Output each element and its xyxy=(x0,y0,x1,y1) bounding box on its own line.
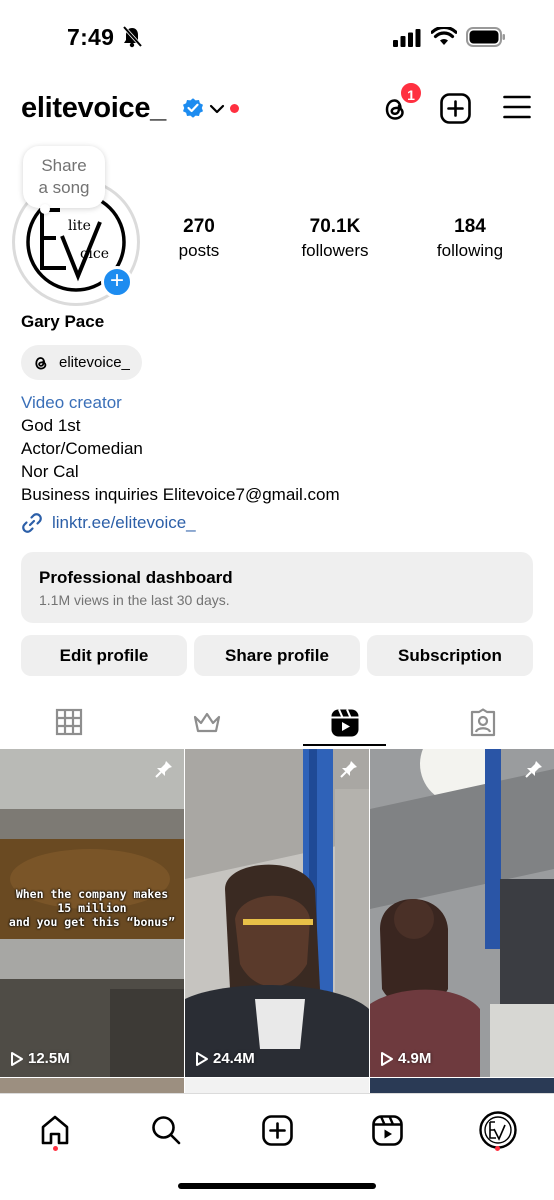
tagged-icon xyxy=(470,708,496,737)
threads-profile-chip[interactable]: elitevoice_ xyxy=(21,345,142,380)
dashboard-subtitle: 1.1M views in the last 30 days. xyxy=(39,592,230,608)
reel-thumbnail[interactable]: When the company makes 15 million and yo… xyxy=(0,749,184,1077)
create-icon xyxy=(261,1114,293,1146)
bio-line: God 1st xyxy=(21,416,81,435)
chevron-down-icon[interactable] xyxy=(209,102,225,120)
reel-image xyxy=(185,749,369,1077)
posts-label: posts xyxy=(178,241,220,260)
professional-dashboard[interactable]: Professional dashboard 1.1M views in the… xyxy=(21,552,533,623)
caption-line: and you get this “bonus” xyxy=(8,915,176,929)
pinned-icon xyxy=(524,759,544,784)
reel-thumbnail[interactable]: 24.4M xyxy=(185,749,369,1077)
silent-mode-icon xyxy=(122,25,143,53)
threads-handle: elitevoice_ xyxy=(59,354,130,371)
play-icon xyxy=(196,1051,208,1066)
reels-nav-icon xyxy=(371,1114,403,1146)
followers-label: followers xyxy=(301,241,369,260)
note-bubble-tail xyxy=(40,204,50,214)
bio-line: Business inquiries Elitevoice7@gmail.com xyxy=(21,485,340,504)
play-icon xyxy=(11,1051,23,1066)
bio-line: Actor/Comedian xyxy=(21,439,143,458)
nav-create[interactable] xyxy=(257,1110,297,1150)
reels-icon xyxy=(331,709,359,737)
full-name: Gary Pace xyxy=(21,312,105,331)
tab-grid[interactable] xyxy=(0,700,138,748)
reel-image xyxy=(370,749,554,1077)
nav-home[interactable] xyxy=(35,1110,75,1150)
svg-text:lite: lite xyxy=(68,218,91,234)
bio: Video creator God 1st Actor/Comedian Nor… xyxy=(21,391,340,506)
reels-grid: When the company makes 15 million and yo… xyxy=(0,749,554,1095)
reel-thumbnail[interactable]: 4.9M xyxy=(370,749,554,1077)
following-count: 184 xyxy=(454,216,486,237)
view-count-text: 12.5M xyxy=(28,1050,70,1067)
profile-notification-dot xyxy=(495,1146,500,1151)
bio-link-text: linktr.ee/elitevoice_ xyxy=(52,513,196,532)
svg-text:oice: oice xyxy=(80,246,109,262)
bio-line: Nor Cal xyxy=(21,462,79,481)
reel-caption: When the company makes 15 million and yo… xyxy=(0,887,184,929)
menu-icon[interactable] xyxy=(503,95,531,124)
note-text-line1: Share xyxy=(41,156,87,175)
category-label[interactable]: Video creator xyxy=(21,391,340,414)
wifi-icon xyxy=(430,25,458,52)
pinned-icon xyxy=(339,759,359,784)
share-profile-button[interactable]: Share profile xyxy=(194,635,360,676)
nav-profile[interactable] xyxy=(478,1110,518,1150)
note-bubble[interactable]: Share a song xyxy=(23,146,105,208)
nav-search[interactable] xyxy=(146,1110,186,1150)
posts-count: 270 xyxy=(183,216,215,237)
subscription-button[interactable]: Subscription xyxy=(367,635,533,676)
username[interactable]: elitevoice_ xyxy=(21,92,166,125)
followers-count: 70.1K xyxy=(309,216,361,237)
home-indicator[interactable] xyxy=(178,1183,376,1189)
view-count: 12.5M xyxy=(10,1050,70,1067)
caption-line: When the company makes xyxy=(15,887,169,901)
new-post-icon[interactable] xyxy=(440,93,471,129)
status-bar: 7:49 xyxy=(0,0,554,72)
stat-posts[interactable]: 270 posts xyxy=(139,216,259,261)
view-count: 4.9M xyxy=(380,1050,431,1067)
verified-badge-icon xyxy=(181,96,205,125)
nav-reels[interactable] xyxy=(367,1110,407,1150)
bio-link[interactable]: linktr.ee/elitevoice_ xyxy=(21,512,196,534)
edit-profile-button[interactable]: Edit profile xyxy=(21,635,187,676)
status-time: 7:49 xyxy=(67,24,115,50)
note-text-line2: a song xyxy=(38,178,90,197)
stat-followers[interactable]: 70.1K followers xyxy=(275,216,395,261)
view-count: 24.4M xyxy=(195,1050,255,1067)
tab-subscriptions[interactable] xyxy=(138,700,276,748)
home-icon xyxy=(41,1115,69,1145)
search-icon xyxy=(152,1116,181,1145)
stat-following[interactable]: 184 following xyxy=(410,216,530,261)
link-icon xyxy=(22,513,42,533)
profile-tabs xyxy=(0,700,554,748)
home-notification-dot xyxy=(53,1146,58,1151)
grid-icon xyxy=(55,708,83,736)
dashboard-title: Professional dashboard xyxy=(39,568,233,587)
following-label: following xyxy=(436,241,504,260)
profile-avatar-icon xyxy=(479,1111,517,1149)
crown-icon xyxy=(193,712,221,733)
account-notification-dot xyxy=(230,104,239,113)
threads-notification-badge: 1 xyxy=(399,81,423,105)
tab-tagged[interactable] xyxy=(414,700,552,748)
caption-line: 15 million xyxy=(57,901,127,915)
threads-chip-icon xyxy=(35,356,47,369)
view-count-text: 4.9M xyxy=(398,1050,432,1067)
cellular-signal-icon xyxy=(393,29,421,52)
play-icon xyxy=(381,1051,393,1066)
pinned-icon xyxy=(154,759,174,784)
battery-icon xyxy=(466,27,506,52)
tab-reels[interactable] xyxy=(276,700,414,748)
view-count-text: 24.4M xyxy=(213,1050,255,1067)
active-tab-indicator xyxy=(303,744,386,746)
add-story-button[interactable]: + xyxy=(101,266,133,298)
